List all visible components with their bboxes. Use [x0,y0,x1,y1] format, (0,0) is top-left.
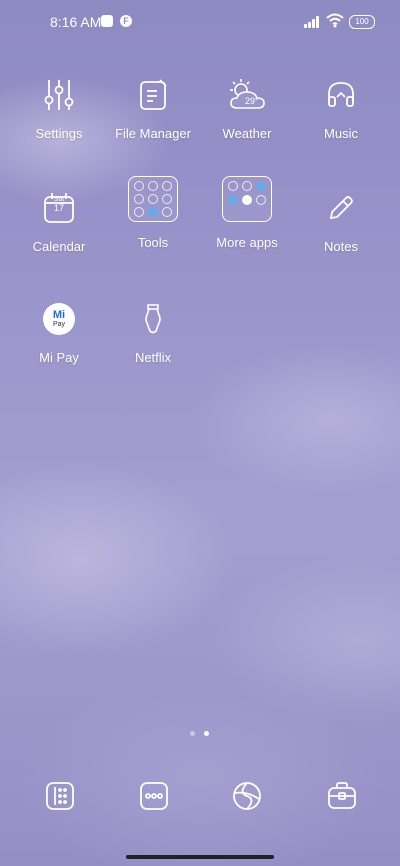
calendar-icon: Sat 17 [34,183,84,233]
app-notes[interactable]: Notes [296,183,386,254]
notification-icon [101,15,113,27]
phone-dialer-icon[interactable] [45,781,75,811]
app-label: Netflix [134,350,172,365]
sun-cloud-icon: 29° [222,70,272,120]
app-settings[interactable]: Settings [14,70,104,141]
calendar-date: 17 [53,203,64,213]
app-label: Notes [324,239,358,254]
app-weather[interactable]: 29° Weather [202,70,292,141]
app-netflix[interactable]: Netflix [108,294,198,365]
signal-icon [304,15,322,28]
page-dot[interactable] [190,731,195,736]
mi-pay-logo-mi: Mi [52,309,66,321]
app-music[interactable]: Music [296,70,386,141]
page-dot-active[interactable] [204,731,209,736]
app-label: Weather [222,126,272,141]
app-label: Mi Pay [39,350,79,365]
calendar-day: Sat [53,196,65,203]
folder-icon [128,176,178,222]
app-calendar[interactable]: Sat 17 Calendar [14,183,104,254]
status-bar: 8:16 AM F 100 [0,0,400,44]
app-label: Settings [35,126,83,141]
app-label: Calendar [32,239,86,254]
messages-icon[interactable] [139,781,169,811]
headphones-icon [316,70,366,120]
app-mi-pay[interactable]: Mi Pay Mi Pay [14,294,104,365]
app-label: More apps [216,235,278,250]
status-time: 8:16 AM [50,14,102,30]
camera-icon[interactable] [327,781,357,811]
sliders-icon [34,70,84,120]
wifi-icon [326,13,344,28]
notification-app-icon: F [120,15,132,27]
netflix-icon [128,294,178,344]
home-indicator[interactable] [126,855,274,859]
app-label: Music [324,126,358,141]
app-label: Tools [137,235,169,250]
app-tools-folder[interactable]: Tools [108,176,198,250]
browser-icon[interactable] [232,781,262,811]
document-icon [128,70,178,120]
folder-icon [222,176,272,222]
app-more-apps-folder[interactable]: More apps [202,176,292,250]
app-label: File Manager [115,126,191,141]
mi-pay-icon: Mi Pay [34,294,84,344]
weather-temperature: 29° [245,96,259,106]
battery-icon: 100 [349,15,375,29]
mi-pay-logo-pay: Pay [52,321,66,328]
pencil-icon [316,183,366,233]
app-file-manager[interactable]: File Manager [108,70,198,141]
